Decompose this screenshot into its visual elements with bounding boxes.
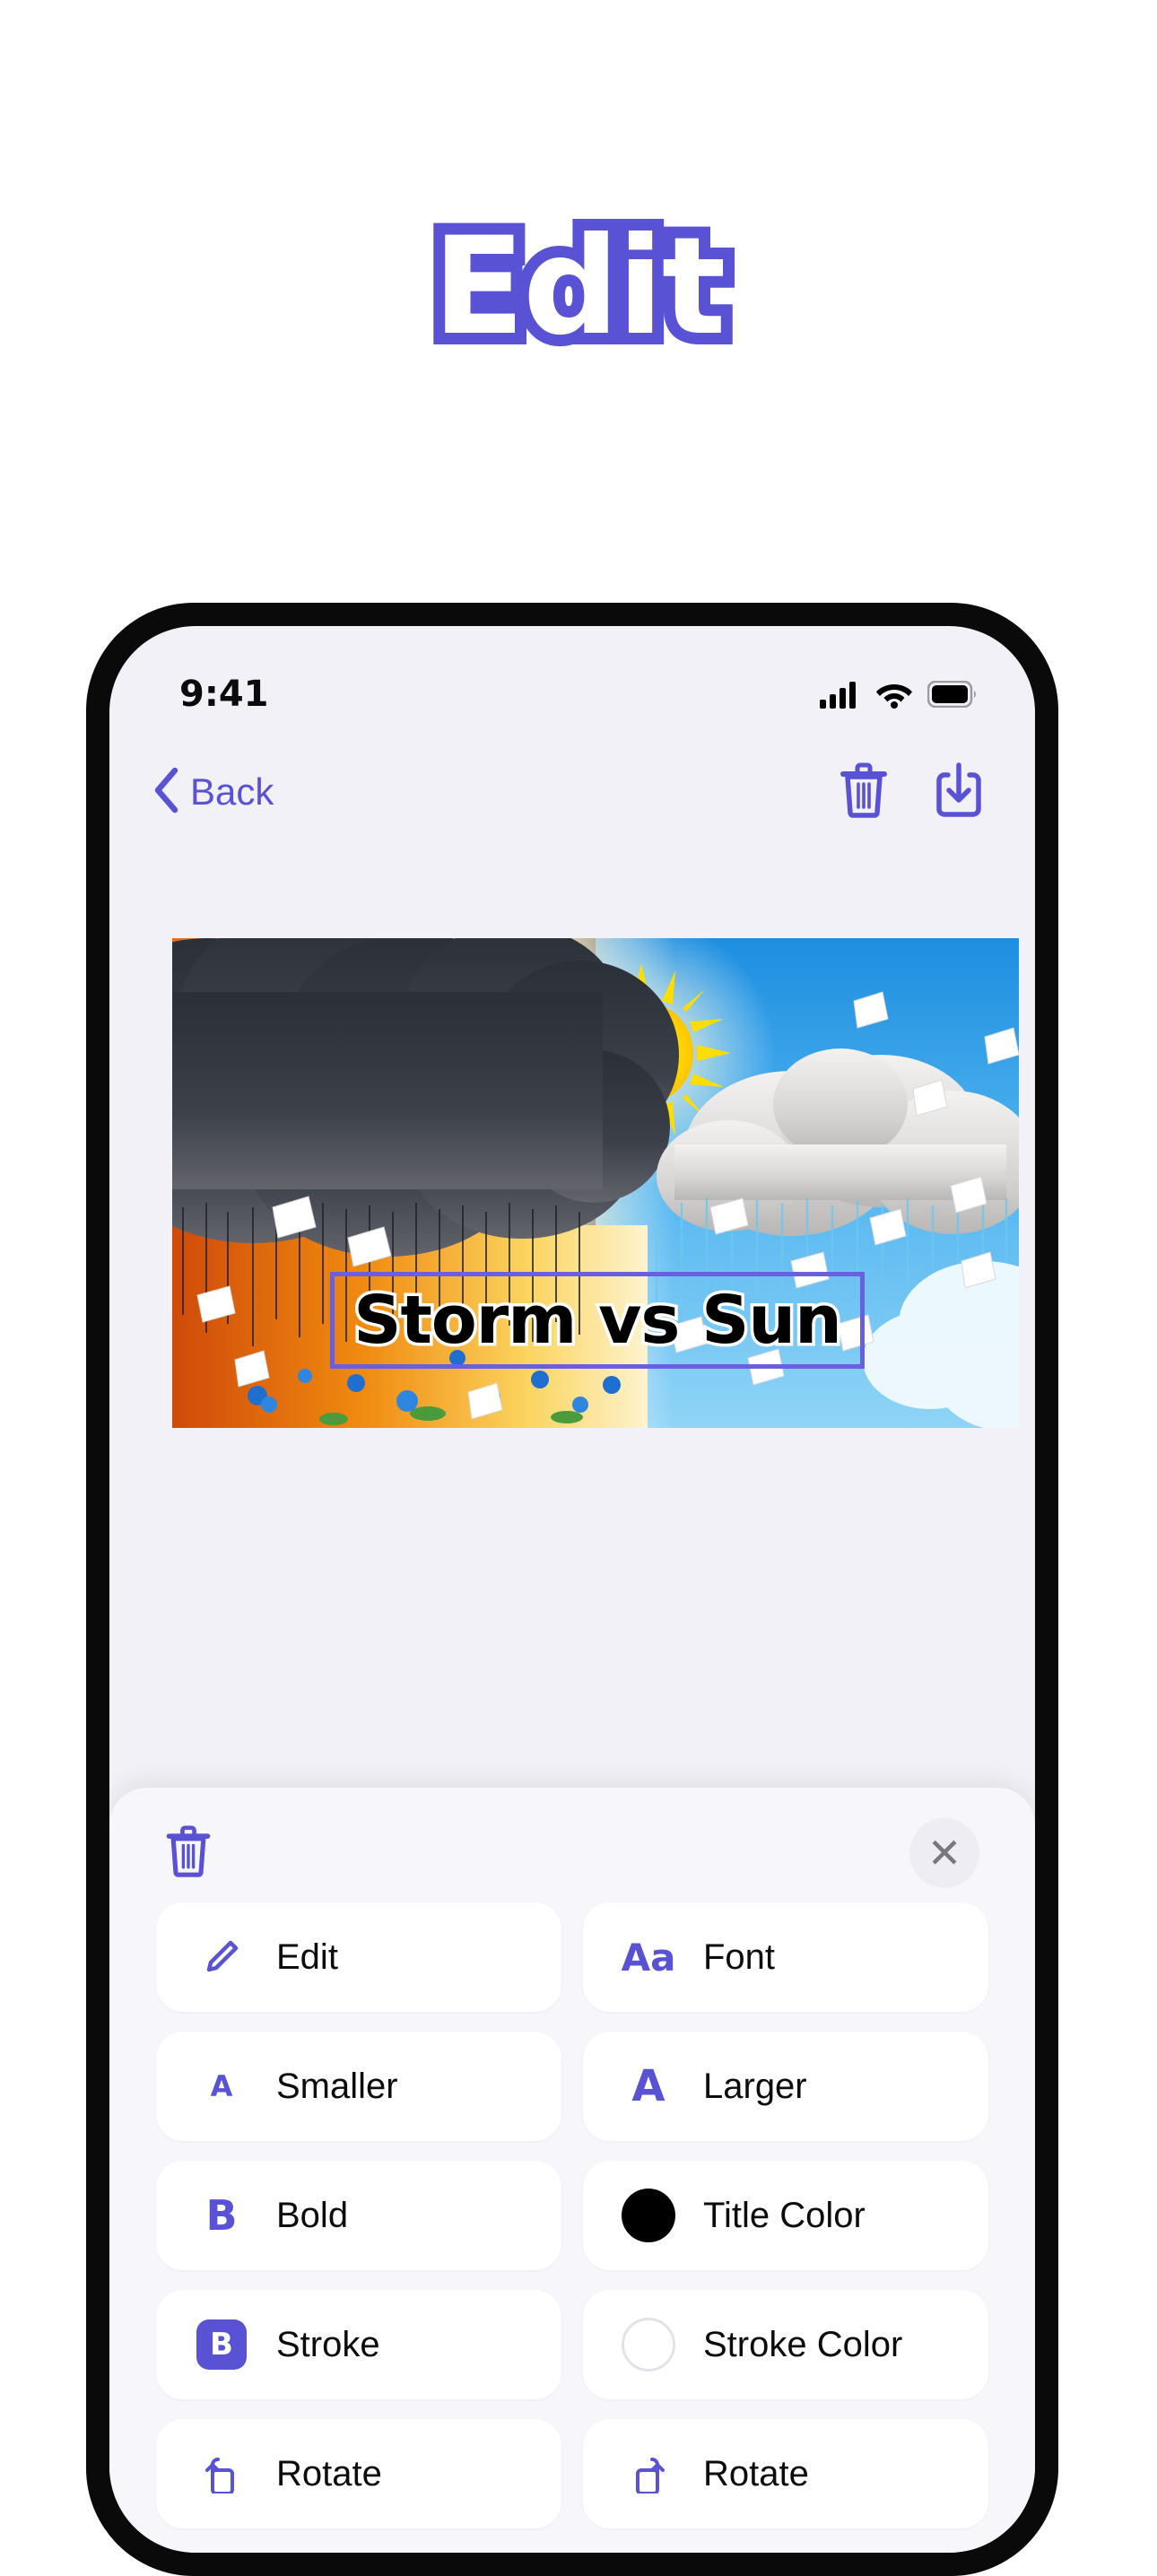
option-label: Title Color <box>703 2195 866 2235</box>
status-indicators <box>820 680 978 709</box>
option-stroke[interactable]: B Stroke <box>156 2290 561 2399</box>
font-aa-icon: Aa <box>621 1935 676 1980</box>
download-icon[interactable] <box>935 761 983 822</box>
options-grid: Edit Aa Font A Smaller A Larger B Bold T… <box>156 1902 988 2528</box>
option-rotate-cw[interactable]: Rotate <box>583 2419 988 2528</box>
option-edit[interactable]: Edit <box>156 1902 561 2012</box>
pencil-icon <box>192 1937 251 1977</box>
nav-actions <box>839 761 983 822</box>
text-options-sheet: ✕ Edit Aa Font A Smaller A Larger B Bold… <box>109 1788 1035 2553</box>
rotate-ccw-icon <box>192 2454 251 2493</box>
option-font[interactable]: Aa Font <box>583 1902 988 2012</box>
phone-frame: 9:41 Back Storm vs Sun ✕ Edit Aa Font A … <box>86 603 1058 2576</box>
page-title: Edit <box>422 208 738 366</box>
option-label: Rotate <box>703 2453 809 2493</box>
option-rotate-ccw[interactable]: Rotate <box>156 2419 561 2528</box>
status-bar: 9:41 <box>109 626 1035 732</box>
trash-icon[interactable] <box>839 762 888 822</box>
back-button[interactable]: Back <box>152 767 274 818</box>
option-bold[interactable]: B Bold <box>156 2161 561 2270</box>
option-larger[interactable]: A Larger <box>583 2032 988 2141</box>
color-swatch-icon <box>619 2189 678 2242</box>
image-canvas[interactable]: Storm vs Sun <box>172 938 1019 1428</box>
phone-screen: 9:41 Back Storm vs Sun ✕ Edit Aa Font A … <box>109 626 1035 2553</box>
status-time: 9:41 <box>179 674 269 715</box>
option-smaller[interactable]: A Smaller <box>156 2032 561 2141</box>
stroke-badge-icon: B <box>192 2319 251 2370</box>
back-button-label: Back <box>190 770 274 813</box>
battery-icon <box>927 681 978 708</box>
option-title-color[interactable]: Title Color <box>583 2161 988 2270</box>
cellular-signal-icon <box>820 680 861 709</box>
option-label: Font <box>703 1936 776 1977</box>
overlay-title-text: Storm vs Sun <box>351 1279 846 1362</box>
text-overlay-selection[interactable]: Storm vs Sun <box>330 1272 865 1369</box>
option-label: Edit <box>276 1936 338 1977</box>
option-label: Larger <box>703 2066 807 2106</box>
option-label: Smaller <box>276 2066 398 2106</box>
rotate-cw-icon <box>619 2454 678 2493</box>
option-label: Stroke Color <box>703 2324 903 2364</box>
text-larger-icon: A <box>631 2061 665 2111</box>
option-stroke-color[interactable]: Stroke Color <box>583 2290 988 2399</box>
chevron-left-icon <box>152 767 179 818</box>
option-label: Bold <box>276 2195 349 2235</box>
close-icon[interactable]: ✕ <box>909 1818 979 1888</box>
option-label: Stroke <box>276 2324 380 2364</box>
sheet-header: ✕ <box>156 1788 988 1902</box>
navigation-bar: Back <box>109 743 1035 841</box>
stroke-swatch-icon <box>619 2318 678 2371</box>
bold-icon: B <box>205 2191 238 2240</box>
wifi-icon <box>875 680 913 709</box>
option-label: Rotate <box>276 2453 382 2493</box>
text-smaller-icon: A <box>210 2069 233 2103</box>
headline-banner: Edit <box>0 0 1157 574</box>
sheet-delete-button[interactable] <box>165 1824 212 1882</box>
